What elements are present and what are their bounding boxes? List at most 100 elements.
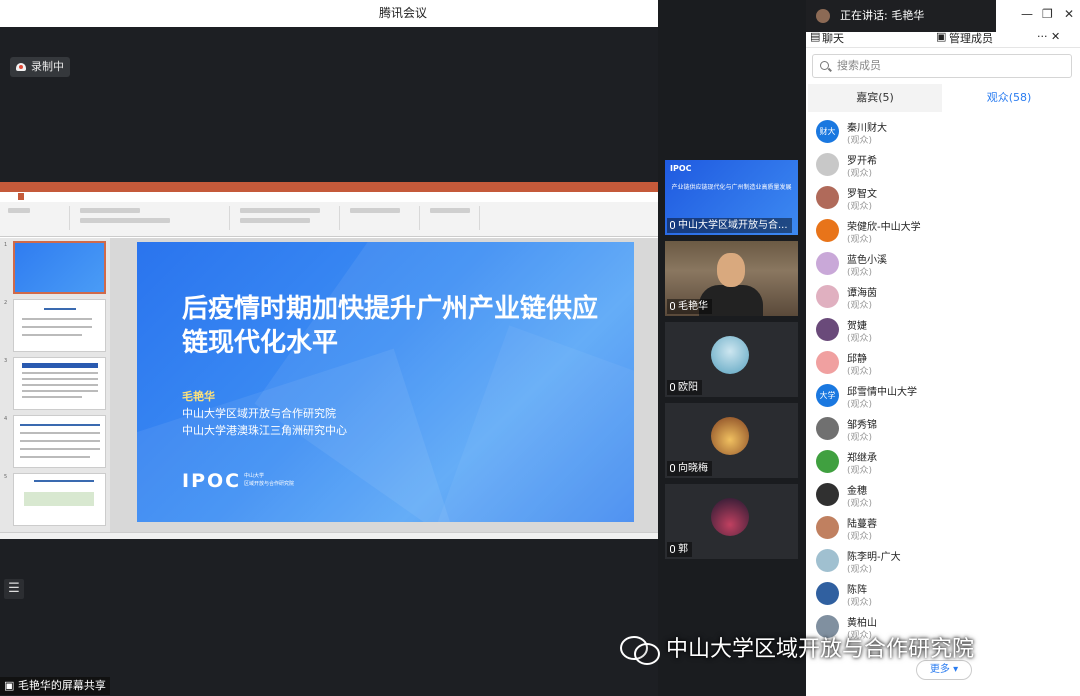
mic-icon xyxy=(670,383,675,391)
slide-org-line1: 中山大学区域开放与合作研究院 xyxy=(182,407,336,420)
avatar xyxy=(711,498,749,536)
recording-label: 录制中 xyxy=(31,60,64,73)
avatar xyxy=(816,582,839,605)
window-title: 腾讯会议 xyxy=(378,6,427,20)
avatar xyxy=(816,252,839,275)
member-role: (观众) xyxy=(847,136,873,146)
video-tile[interactable]: 郭 xyxy=(665,484,798,559)
more-options-icon[interactable]: ··· xyxy=(1037,30,1048,43)
logo-subtitle-1: 中山大学 xyxy=(244,473,265,479)
restore-icon[interactable]: ❐ xyxy=(1042,7,1053,21)
member-name: 秦川财大 xyxy=(847,123,887,134)
video-name-label: 毛艳华 xyxy=(667,299,712,314)
member-role: (观众) xyxy=(847,268,873,278)
member-row[interactable]: 邹秀锦 (观众) xyxy=(806,413,1080,446)
member-role: (观众) xyxy=(847,400,873,410)
member-list: 财大 秦川财大 (观众) 罗开希 (观众) 罗智文 (观众) 荣健欣-中山大学 (观众) 蓝色小溪… xyxy=(806,112,1080,654)
member-name: 陈阵 xyxy=(847,585,867,596)
member-role: (观众) xyxy=(847,334,873,344)
avatar: 财大 xyxy=(816,120,839,143)
tab-audience[interactable]: 观众(58) xyxy=(942,84,1076,112)
member-row[interactable]: 大学 邱雪情中山大学 (观众) xyxy=(806,380,1080,413)
member-role: (观众) xyxy=(847,367,873,377)
video-tile-speaker[interactable]: 毛艳华 xyxy=(665,241,798,316)
wechat-icon xyxy=(620,634,660,665)
avatar xyxy=(711,417,749,455)
chat-icon: ▤ xyxy=(810,30,821,43)
meeting-window: 腾讯会议 录制中 1 2 3 4 5 后疫情时期加快提升广州产业链供应链现代化水… xyxy=(0,0,1080,696)
mic-icon xyxy=(670,302,675,310)
member-row[interactable]: 罗智文 (观众) xyxy=(806,182,1080,215)
side-panel: 正在讲话: 毛艳华 — ❐ ✕ ▤ 聊天 ▣ 管理成员 ··· ✕ 搜索成员 嘉… xyxy=(806,0,1080,696)
video-gallery: IPOC 产业链供应链现代化与广州制造业高质量发展 中山大学区域开放与合... … xyxy=(658,0,806,696)
tab-guests[interactable]: 嘉宾(5) xyxy=(808,84,942,112)
member-role: (观众) xyxy=(847,202,873,212)
ppt-title-bar xyxy=(0,182,658,192)
watermark: 中山大学区域开放与合作研究院 xyxy=(620,630,974,670)
member-row[interactable]: 金穗 (观众) xyxy=(806,479,1080,512)
member-role: (观众) xyxy=(847,565,873,575)
ppt-slide-thumbnails: 1 2 3 4 5 xyxy=(0,238,110,532)
member-name: 陈李明-广大 xyxy=(847,552,901,563)
member-name: 罗智文 xyxy=(847,189,877,200)
member-role: (观众) xyxy=(847,598,873,608)
share-screen-icon: ▣ xyxy=(4,679,15,692)
member-row[interactable]: 贺婕 (观众) xyxy=(806,314,1080,347)
close-window-icon[interactable]: ✕ xyxy=(1064,7,1074,21)
member-role: (观众) xyxy=(847,169,873,179)
slide-thumbnail[interactable] xyxy=(13,241,106,294)
member-role: (观众) xyxy=(847,466,873,476)
slide-thumbnail[interactable] xyxy=(13,299,106,352)
member-row[interactable]: 郑继承 (观众) xyxy=(806,446,1080,479)
avatar xyxy=(816,450,839,473)
mic-icon xyxy=(670,464,675,472)
close-panel-icon[interactable]: ✕ xyxy=(1051,30,1060,43)
member-name: 黄柏山 xyxy=(847,618,877,629)
member-row[interactable]: 财大 秦川财大 (观众) xyxy=(806,116,1080,149)
member-name: 谭海茵 xyxy=(847,288,877,299)
member-role: (观众) xyxy=(847,499,873,509)
minimize-icon[interactable]: — xyxy=(1021,7,1033,21)
avatar xyxy=(816,318,839,341)
list-menu-icon[interactable]: ☰ xyxy=(4,579,24,599)
slide-title: 后疫情时期加快提升广州产业链供应链现代化水平 xyxy=(182,294,599,358)
member-row[interactable]: 蓝色小溪 (观众) xyxy=(806,248,1080,281)
slide-thumbnail[interactable] xyxy=(13,473,106,526)
member-row[interactable]: 邱静 (观众) xyxy=(806,347,1080,380)
tile-slide-title: 产业链供应链现代化与广州制造业高质量发展 xyxy=(671,184,792,191)
member-row[interactable]: 谭海茵 (观众) xyxy=(806,281,1080,314)
recording-indicator[interactable]: 录制中 xyxy=(10,57,70,77)
member-role: (观众) xyxy=(847,301,873,311)
ppt-ribbon-tabs xyxy=(0,192,658,202)
member-name: 蓝色小溪 xyxy=(847,255,887,266)
member-name: 罗开希 xyxy=(847,156,877,167)
slide-thumbnail[interactable] xyxy=(13,415,106,468)
member-row[interactable]: 陆蔓蓉 (观众) xyxy=(806,512,1080,545)
member-name: 邱雪情中山大学 xyxy=(847,387,917,398)
member-row[interactable]: 陈李明-广大 (观众) xyxy=(806,545,1080,578)
member-name: 邱静 xyxy=(847,354,867,365)
slide-author: 毛艳华 xyxy=(182,390,215,403)
avatar xyxy=(711,336,749,374)
member-name: 荣健欣-中山大学 xyxy=(847,222,921,233)
slide-thumbnail[interactable] xyxy=(13,357,106,410)
logo-subtitle-2: 区域开放与合作研究院 xyxy=(244,481,295,487)
tab-members[interactable]: 管理成员 xyxy=(949,30,993,46)
video-tile[interactable]: 欧阳 xyxy=(665,322,798,397)
member-row[interactable]: 陈阵 (观众) xyxy=(806,578,1080,611)
member-row[interactable]: 荣健欣-中山大学 (观众) xyxy=(806,215,1080,248)
ipoc-logo: IPOC xyxy=(182,470,242,492)
member-role: (观众) xyxy=(847,235,873,245)
member-role: (观众) xyxy=(847,433,873,443)
member-role: (观众) xyxy=(847,532,873,542)
avatar xyxy=(816,219,839,242)
main-stage: 录制中 1 2 3 4 5 后疫情时期加快提升广州产业链供应链现代化水平 毛艳华… xyxy=(0,27,658,696)
avatar xyxy=(816,483,839,506)
avatar xyxy=(816,549,839,572)
member-row[interactable]: 罗开希 (观众) xyxy=(806,149,1080,182)
panel-tabs: ▤ 聊天 ▣ 管理成员 ··· ✕ xyxy=(806,28,1080,48)
tab-chat[interactable]: 聊天 xyxy=(822,30,844,46)
search-input[interactable]: 搜索成员 xyxy=(812,54,1072,78)
video-tile-slide[interactable]: IPOC 产业链供应链现代化与广州制造业高质量发展 中山大学区域开放与合... xyxy=(665,160,798,235)
video-tile[interactable]: 向晓梅 xyxy=(665,403,798,478)
